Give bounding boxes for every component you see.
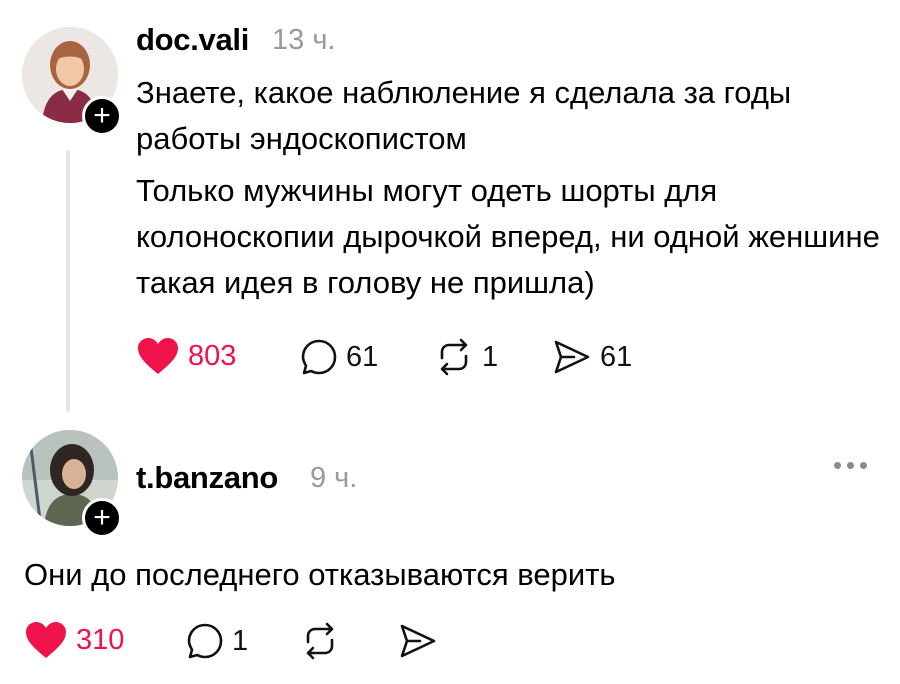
repost-count: 1 bbox=[482, 340, 499, 373]
reply-comment-count: 1 bbox=[232, 624, 249, 657]
share-icon bbox=[554, 340, 590, 374]
share-button[interactable]: 61 bbox=[552, 338, 632, 376]
more-options-icon[interactable] bbox=[834, 462, 867, 469]
reply-time: 9 ч. bbox=[310, 462, 358, 494]
reply-like-count: 310 bbox=[76, 623, 125, 656]
post-body: Знаете, какое наблюление я сделала за го… bbox=[136, 70, 886, 306]
reply-repost-button[interactable] bbox=[300, 622, 340, 660]
comment-icon bbox=[187, 623, 223, 659]
post-paragraph: Только мужчины могут одеть шорты для кол… bbox=[136, 173, 880, 300]
repost-icon bbox=[440, 338, 468, 376]
comment-icon bbox=[301, 339, 337, 375]
post-username[interactable]: doc.vali bbox=[136, 22, 249, 58]
reply-like-button[interactable]: 310 bbox=[24, 620, 124, 660]
comment-count: 61 bbox=[346, 340, 379, 373]
repost-icon bbox=[306, 622, 334, 660]
reply-body: Они до последнего отказываются верить bbox=[24, 557, 616, 592]
reply-comment-button[interactable]: 1 bbox=[186, 622, 248, 660]
share-count: 61 bbox=[600, 340, 633, 373]
reply-share-button[interactable] bbox=[398, 622, 438, 660]
thread-line bbox=[66, 150, 70, 412]
follow-plus-icon[interactable]: + bbox=[82, 498, 122, 538]
like-button[interactable]: 803 bbox=[136, 336, 236, 376]
share-icon bbox=[400, 624, 436, 658]
comment-button[interactable]: 61 bbox=[300, 338, 378, 376]
post-time: 13 ч. bbox=[272, 24, 336, 56]
heart-icon bbox=[26, 622, 66, 658]
post-paragraph: Знаете, какое наблюление я сделала за го… bbox=[136, 75, 792, 156]
like-count: 803 bbox=[188, 339, 237, 372]
repost-button[interactable]: 1 bbox=[434, 338, 498, 376]
heart-icon bbox=[138, 338, 178, 374]
reply-username[interactable]: t.banzano bbox=[136, 460, 278, 496]
follow-plus-icon[interactable]: + bbox=[82, 96, 122, 136]
